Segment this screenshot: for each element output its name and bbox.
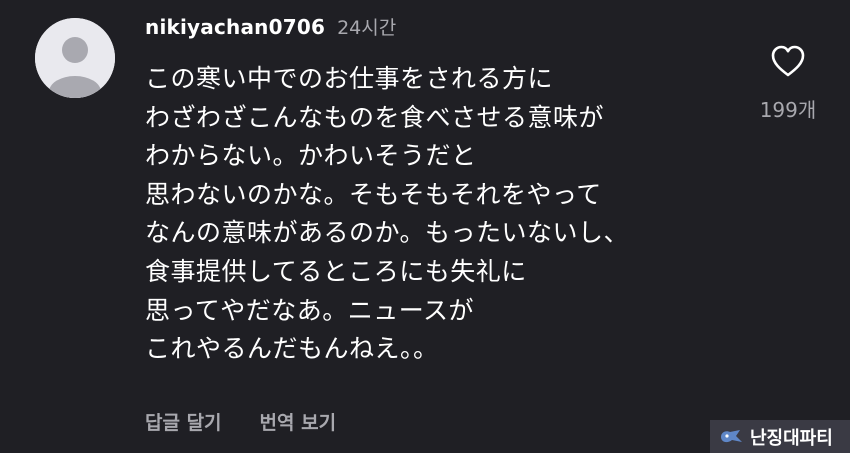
- comment-line: これやるんだもんねえ。。: [145, 334, 439, 364]
- comment-line: わからない。かわいそうだと: [145, 141, 477, 171]
- watermark: 난징대파티: [710, 420, 850, 453]
- username[interactable]: nikiyachan0706: [145, 15, 325, 39]
- translate-button[interactable]: 번역 보기: [260, 408, 337, 435]
- reply-button[interactable]: 답글 달기: [145, 408, 222, 435]
- comment-actions: 답글 달기 번역 보기: [145, 408, 336, 435]
- comment-header: nikiyachan0706 24시간: [145, 13, 396, 43]
- like-count: 199개: [759, 98, 817, 122]
- comment-line: わざわざこんなものを食べさせる意味が: [145, 102, 605, 132]
- like-section: 199개: [752, 44, 824, 123]
- like-button[interactable]: [770, 44, 806, 78]
- comment-line: 思ってやだなあ。ニュースが: [145, 295, 475, 325]
- comment-line: この寒い中でのお仕事をされる方に: [145, 64, 554, 93]
- heart-icon: [771, 45, 805, 77]
- comment-line: なんの意味があるのか。もったいないし、: [145, 218, 630, 248]
- avatar[interactable]: [35, 18, 115, 98]
- comment-line: 思わないのかな。そもそもそれをやって: [145, 179, 602, 209]
- comment-line: 食事提供してるところにも失礼に: [145, 256, 527, 286]
- watermark-logo-icon: [721, 429, 742, 442]
- default-user-icon: [35, 18, 115, 98]
- watermark-text: 난징대파티: [750, 427, 833, 449]
- comment-text: この寒い中でのお仕事をされる方に わざわざこんなものを食べさせる意味が わからな…: [145, 60, 705, 369]
- timestamp: 24시간: [337, 17, 397, 39]
- comment-item: nikiyachan0706 24시간 この寒い中でのお仕事をされる方に わざわ…: [0, 0, 850, 453]
